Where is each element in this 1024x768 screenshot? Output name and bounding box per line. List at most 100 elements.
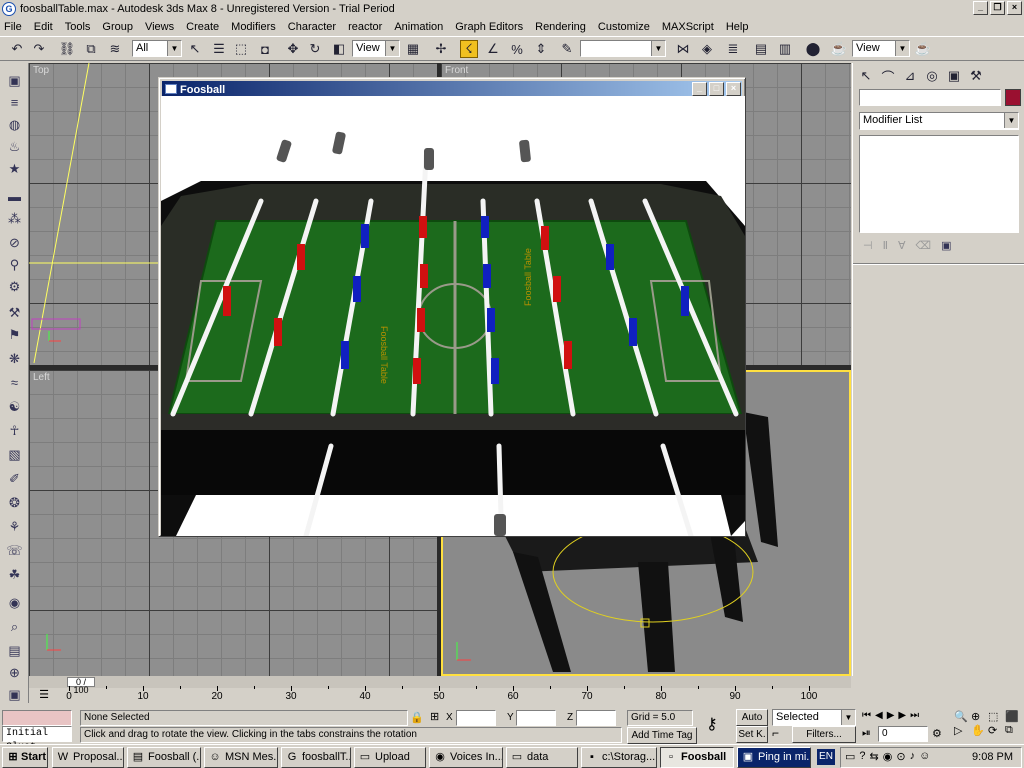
selection-filter-dropdown[interactable]: All ▼ (132, 40, 182, 57)
menu-rendering[interactable]: Rendering (535, 21, 586, 33)
remove-modifier-icon[interactable]: ⌫ (916, 239, 932, 252)
zoom-extents-all-icon[interactable]: ⬛ (1005, 710, 1021, 723)
modifier-list-dropdown[interactable]: Modifier List ▼ (859, 112, 1019, 130)
zoom-icon[interactable]: 🔍 (954, 710, 970, 723)
reactor-icon[interactable]: ☯ (5, 397, 24, 416)
gear-icon[interactable]: ⚙ (5, 277, 24, 296)
bind-space-warp-icon[interactable]: ≋ (106, 40, 124, 58)
menu-tools[interactable]: Tools (65, 21, 91, 33)
minimize-button[interactable]: _ (973, 1, 988, 15)
menu-maxscript[interactable]: MAXScript (662, 21, 714, 33)
play-icon[interactable]: ▶ (887, 710, 895, 721)
auto-key-button[interactable]: Auto (736, 709, 768, 726)
pin-stack-icon[interactable]: ⊣ (863, 239, 873, 252)
menu-help[interactable]: Help (726, 21, 749, 33)
task-3dsmax[interactable]: GfoosballT... (281, 747, 351, 768)
next-frame-icon[interactable]: ▶ (898, 710, 906, 721)
task-foosball[interactable]: ▫ Foosball (660, 747, 734, 768)
select-object-icon[interactable]: ↖ (186, 40, 204, 58)
render-scene-icon[interactable]: ☕ (830, 40, 848, 58)
key-mode-toggle-icon[interactable]: ⏯ (862, 727, 871, 740)
task-upload[interactable]: ▭ Upload (354, 747, 426, 768)
foosball-window[interactable]: Foosball _ □ × Foosball Table Foosball T… (158, 77, 746, 537)
panel-icon[interactable]: ▤ (5, 641, 24, 660)
quick-render-icon[interactable]: ☕ (914, 40, 932, 58)
viewport-front-label[interactable]: Front (445, 65, 468, 76)
menu-modifiers[interactable]: Modifiers (231, 21, 276, 33)
menu-reactor[interactable]: reactor (348, 21, 382, 33)
add-time-tag-button[interactable]: Add Time Tag (627, 727, 697, 744)
dynamics-icon[interactable]: ❋ (5, 349, 24, 368)
menu-animation[interactable]: Animation (394, 21, 443, 33)
start-button[interactable]: ⊞ Start (2, 747, 48, 768)
mini-curve-editor-icon[interactable]: ☰ (36, 688, 52, 702)
bone-icon[interactable]: ⚑ (5, 325, 24, 344)
menu-character[interactable]: Character (288, 21, 336, 33)
select-manipulate-icon[interactable]: ✢ (432, 40, 450, 58)
maximize-viewport-icon[interactable]: ⧉ (1005, 724, 1021, 737)
foosball-close-button[interactable]: × (726, 82, 741, 96)
object-name-field[interactable] (859, 89, 1001, 106)
close-button[interactable]: × (1007, 1, 1022, 15)
select-link-icon[interactable]: ⛓ (58, 40, 76, 58)
task-command-prompt[interactable]: ▪ c:\Storag... (581, 747, 657, 768)
foosball-maximize-button[interactable]: □ (709, 82, 724, 96)
spinner-snap-icon[interactable]: ⇕ (532, 40, 550, 58)
effect-icon[interactable]: ☘ (5, 565, 24, 584)
task-msn-messenger[interactable]: ☺ MSN Mes... (204, 747, 278, 768)
camera-icon[interactable]: ▣ (5, 685, 24, 704)
biped-icon[interactable]: ☥ (5, 421, 24, 440)
layer-manager-icon[interactable]: ≣ (724, 40, 742, 58)
particles-icon[interactable]: ⁂ (5, 209, 24, 228)
hierarchy-tab-icon[interactable]: ⊿ (901, 67, 919, 85)
pan-icon[interactable]: ✋ (971, 724, 987, 737)
rectangular-selection-icon[interactable]: ⬚ (232, 40, 250, 58)
create-tab-icon[interactable]: ↖ (857, 67, 875, 85)
arc-rotate-icon[interactable]: ⟳ (988, 724, 1004, 737)
task-voices[interactable]: ◉ Voices In... (429, 747, 503, 768)
tray-security-icon[interactable]: ⊙ (896, 750, 905, 763)
redo-icon[interactable]: ↷ (30, 40, 48, 58)
set-key-icon[interactable]: ⚷ (706, 714, 718, 734)
utilities-tab-icon[interactable]: ⚒ (967, 67, 985, 85)
modifier-stack[interactable] (859, 135, 1019, 233)
select-rotate-icon[interactable]: ↻ (306, 40, 324, 58)
show-end-result-icon[interactable]: Ⅱ (883, 239, 888, 252)
zoom-extents-icon[interactable]: ⬚ (988, 710, 1004, 723)
named-selection-icon[interactable]: ✎ (558, 40, 576, 58)
sound-icon[interactable]: ☏ (5, 541, 24, 560)
time-configuration-icon[interactable]: ⚙ (932, 727, 942, 740)
compound-icon[interactable]: ▬ (5, 187, 24, 206)
maxscript-mini-listener[interactable] (2, 710, 72, 726)
curve-editor-icon[interactable]: ▤ (752, 40, 770, 58)
go-to-start-icon[interactable]: ⏮ (862, 710, 871, 721)
patch-icon[interactable]: ⚲ (5, 255, 24, 274)
task-ping[interactable]: ▣ Ping in mi... (737, 747, 811, 768)
render-type-dropdown[interactable]: View ▼ (852, 40, 910, 57)
key-filters-button[interactable]: Filters... (792, 726, 856, 743)
tray-monitor-icon[interactable]: ▭ (845, 750, 855, 763)
task-foosball-folder[interactable]: ▤ Foosball (... (127, 747, 201, 768)
maxscript-listener-field[interactable]: Initial Clust (2, 726, 72, 753)
3dsmax-icon[interactable]: G (2, 2, 16, 16)
shapes-icon[interactable]: ≡ (5, 93, 24, 112)
previous-frame-icon[interactable]: ◀ (875, 710, 883, 721)
space-warp-icon[interactable]: ❂ (5, 493, 24, 512)
align-icon[interactable]: ◈ (698, 40, 716, 58)
key-mode-dropdown[interactable]: Selected ▼ (772, 709, 856, 726)
task-data[interactable]: ▭ data (506, 747, 578, 768)
viewport-left-label[interactable]: Left (33, 372, 50, 383)
go-to-end-icon[interactable]: ⏭ (910, 710, 919, 721)
mirror-icon[interactable]: ⋈ (674, 40, 692, 58)
language-indicator[interactable]: EN (817, 749, 835, 765)
field-of-view-icon[interactable]: ▷ (954, 724, 970, 737)
named-selection-set-dropdown[interactable]: ▼ (580, 40, 666, 57)
tray-speaker-icon[interactable]: ♪ (910, 750, 916, 763)
reference-coordinate-dropdown[interactable]: View ▼ (352, 40, 400, 57)
select-by-name-icon[interactable]: ☰ (210, 40, 228, 58)
percent-snap-icon[interactable]: % (508, 40, 526, 58)
motion-tab-icon[interactable]: ◎ (923, 67, 941, 85)
menu-edit[interactable]: Edit (34, 21, 53, 33)
lock-icon[interactable]: 🔒 (410, 711, 424, 724)
modifier-icon[interactable]: ⚒ (5, 303, 24, 322)
